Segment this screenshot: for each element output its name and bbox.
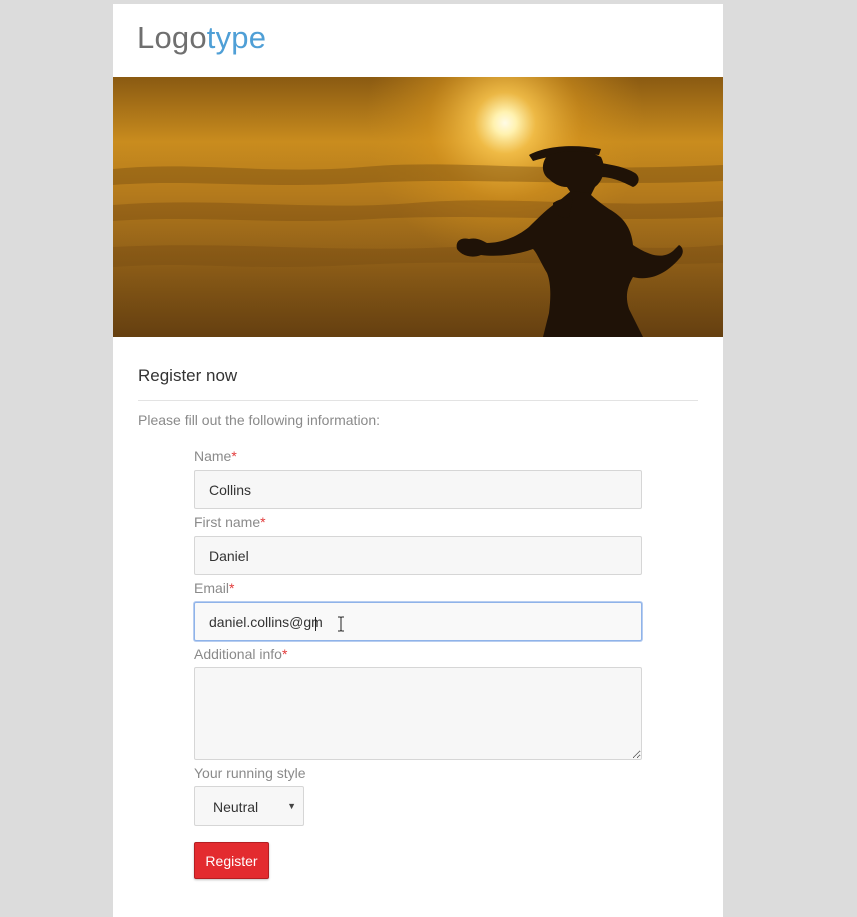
additional-info-textarea[interactable]	[194, 667, 642, 760]
text-cursor-icon	[338, 616, 344, 632]
heading-divider	[138, 400, 698, 401]
additional-info-label: Additional info*	[194, 646, 287, 662]
header: Logotype	[113, 4, 723, 77]
running-style-select[interactable]: Neutral ▼	[194, 786, 304, 826]
form-intro-text: Please fill out the following informatio…	[138, 412, 381, 428]
running-style-selected-value: Neutral	[213, 799, 259, 815]
form-heading: Register now	[138, 366, 238, 385]
name-label: Name*	[194, 448, 237, 464]
required-marker: *	[231, 448, 237, 464]
name-label-text: Name	[194, 448, 232, 464]
first-name-input[interactable]	[194, 536, 642, 575]
logo-text-primary: Logo	[137, 20, 207, 55]
first-name-label-text: First name	[194, 514, 261, 530]
text-caret	[315, 617, 316, 631]
runner-silhouette-image	[113, 77, 723, 337]
first-name-label: First name*	[194, 514, 266, 530]
name-input[interactable]	[194, 470, 642, 509]
running-style-label: Your running style	[194, 765, 306, 781]
page-container: Logotype Register now Please fill out th…	[113, 4, 723, 917]
hero-image	[113, 77, 723, 337]
required-marker: *	[229, 580, 235, 596]
required-marker: *	[281, 646, 288, 662]
email-input[interactable]	[194, 602, 642, 641]
additional-info-label-text: Additional info	[194, 646, 282, 662]
logo[interactable]: Logotype	[137, 22, 266, 53]
required-marker: *	[260, 514, 266, 530]
register-button[interactable]: Register	[194, 842, 269, 879]
email-label: Email*	[194, 580, 234, 596]
logo-text-accent: type	[206, 20, 267, 55]
email-label-text: Email	[194, 580, 230, 596]
dropdown-arrow-icon: ▼	[287, 801, 296, 811]
